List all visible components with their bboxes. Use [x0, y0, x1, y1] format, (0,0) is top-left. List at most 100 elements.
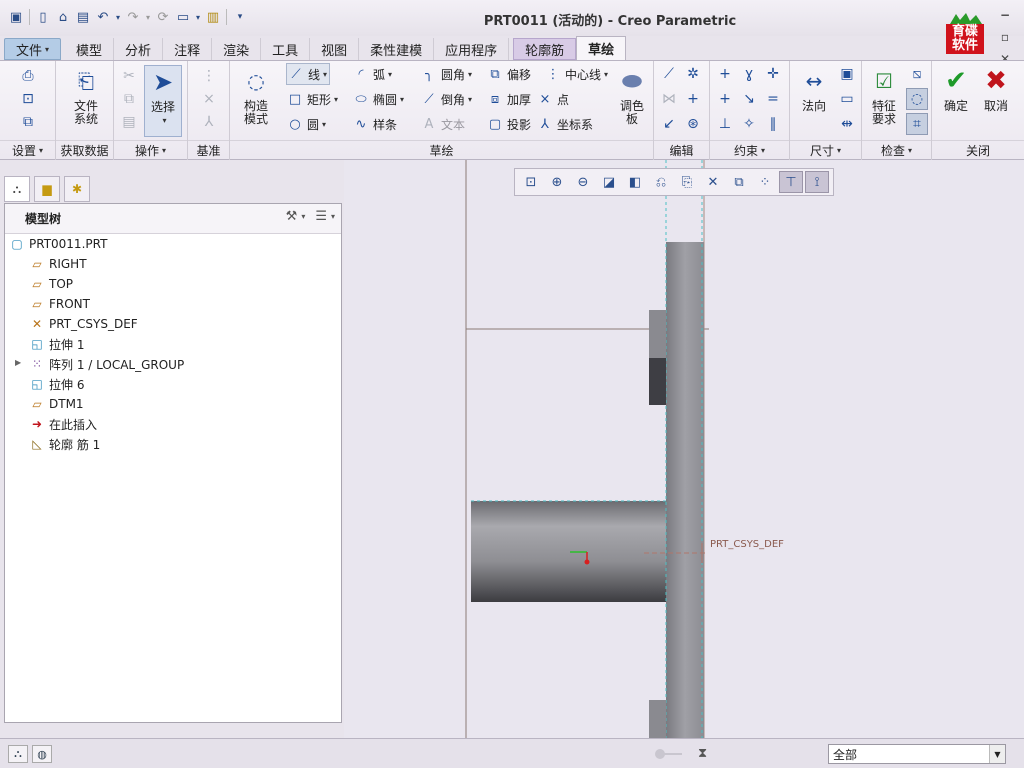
tree-item-right[interactable]: ▱ RIGHT: [29, 254, 86, 274]
zoom-in-icon[interactable]: ⊕: [545, 171, 569, 193]
windows-dropdown-icon[interactable]: ▾: [193, 7, 203, 27]
undo-dropdown-icon[interactable]: ▾: [113, 7, 123, 27]
reference-dimension-icon[interactable]: ▭: [836, 88, 858, 110]
overlapping-geometry-icon[interactable]: ⧅: [906, 63, 928, 85]
select-button[interactable]: ➤ 选择 ▾: [144, 65, 182, 137]
datum-csys-icon[interactable]: ⅄: [198, 111, 220, 133]
tree-item-front[interactable]: ▱ FRONT: [29, 294, 90, 314]
corner-icon[interactable]: ↙: [658, 113, 680, 135]
tab-tools[interactable]: 工具: [261, 38, 311, 60]
save-icon[interactable]: ▤: [73, 7, 93, 27]
circle-button[interactable]: ○ 圆 ▾: [286, 113, 326, 135]
feature-requirements-button[interactable]: ☑ 特征 要求: [864, 65, 904, 126]
cancel-button[interactable]: ✖ 取消: [976, 65, 1016, 113]
sketch-view-icon[interactable]: ⧉: [727, 171, 751, 193]
regenerate-icon[interactable]: ⟳: [153, 7, 173, 27]
dimension-display-icon[interactable]: ⊤: [779, 171, 803, 193]
sketcher-display-filters-icon[interactable]: ⁘: [753, 171, 777, 193]
saved-orientations-icon[interactable]: ⎌: [649, 171, 673, 193]
chevron-down-icon[interactable]: ▼: [989, 745, 1005, 763]
horizontal-constraint-icon[interactable]: +: [714, 88, 736, 110]
tab-applications[interactable]: 应用程序: [434, 38, 510, 60]
coordinate-system-button[interactable]: ⅄ 坐标系: [536, 113, 593, 135]
project-button[interactable]: ▢ 投影: [486, 113, 531, 135]
sketch-setup-icon[interactable]: ⎙: [17, 65, 39, 87]
tree-item-extrude-1[interactable]: ◱ 拉伸 1: [29, 334, 84, 354]
tree-item-part[interactable]: ▢ PRT0011.PRT: [9, 234, 107, 254]
close-window-icon[interactable]: ▥: [203, 7, 223, 27]
normal-dimension-button[interactable]: ↔ 法向: [794, 65, 834, 113]
tab-view[interactable]: 视图: [310, 38, 360, 60]
group-dimension-label[interactable]: 尺寸 ▾: [790, 140, 861, 160]
perimeter-dimension-icon[interactable]: ▣: [836, 63, 858, 85]
group-close-label[interactable]: 关闭: [932, 140, 1024, 160]
refit-icon[interactable]: ⊡: [519, 171, 543, 193]
offset-button[interactable]: ⧉ 偏移: [486, 63, 531, 85]
customize-toolbar-icon[interactable]: ▾: [230, 7, 250, 27]
tab-annotate[interactable]: 注释: [163, 38, 213, 60]
ellipse-button[interactable]: ⬭ 椭圆 ▾: [352, 88, 404, 110]
tree-item-extrude-6[interactable]: ◱ 拉伸 6: [29, 374, 84, 394]
chevron-down-icon[interactable]: ▾: [331, 212, 335, 221]
tab-render[interactable]: 渲染: [212, 38, 262, 60]
zoom-out-icon[interactable]: ⊖: [571, 171, 595, 193]
open-folder-icon[interactable]: ⌂: [53, 7, 73, 27]
rotate-resize-icon[interactable]: ⊛: [682, 113, 704, 135]
tree-item-top[interactable]: ▱ TOP: [29, 274, 73, 294]
model-tree-tab-icon[interactable]: ⛬: [4, 176, 30, 202]
show-menu-icon[interactable]: ☰: [315, 209, 327, 224]
modify-icon[interactable]: ⟋: [658, 63, 680, 85]
group-operations-label[interactable]: 操作 ▾: [114, 140, 187, 160]
graphics-window[interactable]: PRT_CSYS_DEF ⊡ ⊕ ⊖ ◪ ◧ ⎌ ⎘ ✕ ⧉ ⁘ ⊤ ⟟: [344, 160, 1024, 738]
selection-filter-icon[interactable]: ⧗: [698, 746, 707, 761]
paste-icon[interactable]: ▤: [118, 111, 140, 133]
display-style-icon[interactable]: ◧: [623, 171, 647, 193]
group-datum-label[interactable]: 基准: [188, 140, 229, 160]
tree-item-profile-rib-1[interactable]: ◺ 轮廓 筋 1: [29, 434, 100, 454]
construction-mode-button[interactable]: ◌ 构造 模式: [234, 65, 278, 126]
tab-analysis[interactable]: 分析: [114, 38, 164, 60]
group-setup-label[interactable]: 设置 ▾: [0, 140, 55, 160]
datum-centerline-icon[interactable]: ⋮: [198, 65, 220, 87]
highlight-open-ends-icon[interactable]: ◌: [906, 88, 928, 110]
selection-filter-dropdown[interactable]: 全部 ▼: [828, 744, 1006, 764]
chevron-down-icon[interactable]: ▾: [301, 212, 305, 221]
ok-button[interactable]: ✔ 确定: [936, 65, 976, 113]
vertex-display-icon[interactable]: ⟟: [805, 171, 829, 193]
vertical-constraint-icon[interactable]: +: [714, 63, 736, 85]
tab-model[interactable]: 模型: [65, 38, 115, 60]
point-button[interactable]: × 点: [536, 88, 569, 110]
new-file-icon[interactable]: ▯: [33, 7, 53, 27]
rectangle-button[interactable]: □ 矩形 ▾: [286, 88, 338, 110]
tangent-constraint-icon[interactable]: ɣ: [738, 63, 760, 85]
group-constrain-label[interactable]: 约束 ▾: [710, 140, 789, 160]
expand-arrow-icon[interactable]: ▶: [15, 358, 21, 367]
repaint-icon[interactable]: ◪: [597, 171, 621, 193]
datum-display-filters-icon[interactable]: ✕: [701, 171, 725, 193]
mirror-icon[interactable]: ⋈: [658, 88, 680, 110]
tree-item-dtm1[interactable]: ▱ DTM1: [29, 394, 83, 414]
line-button[interactable]: ⟋ 线 ▾: [286, 63, 331, 85]
group-sketch-label[interactable]: 草绘: [230, 140, 653, 160]
settings-tools-icon[interactable]: ⚒: [286, 209, 298, 224]
tree-item-insert-here[interactable]: ➜ 在此插入: [29, 414, 97, 434]
coincident-constraint-icon[interactable]: ↘: [738, 88, 760, 110]
spline-button[interactable]: ∿ 样条: [352, 113, 397, 135]
redo-dropdown-icon[interactable]: ▾: [143, 7, 153, 27]
shade-closed-loops-icon[interactable]: ⌗: [906, 113, 928, 135]
minimize-button[interactable]: −: [1000, 8, 1010, 22]
sketch-view-icon[interactable]: ⧉: [17, 111, 39, 133]
midpoint-constraint-icon[interactable]: ✛: [762, 63, 784, 85]
thicken-button[interactable]: ⧈ 加厚: [486, 88, 531, 110]
redo-icon[interactable]: ↷: [123, 7, 143, 27]
tree-item-pattern-1[interactable]: ⁙ 阵列 1 / LOCAL_GROUP: [29, 354, 184, 374]
group-inspect-label[interactable]: 检查 ▾: [862, 140, 931, 160]
tab-file[interactable]: 文件 ▾: [4, 38, 62, 60]
show-browser-icon[interactable]: ◍: [32, 745, 52, 763]
group-edit-label[interactable]: 编辑: [654, 140, 709, 160]
tree-item-csys[interactable]: ✕ PRT_CSYS_DEF: [29, 314, 138, 334]
windows-icon[interactable]: ▭: [173, 7, 193, 27]
parallel-constraint-icon[interactable]: ∥: [762, 113, 784, 135]
view-manager-icon[interactable]: ⎘: [675, 171, 699, 193]
fillet-button[interactable]: ╮ 圆角 ▾: [420, 63, 472, 85]
